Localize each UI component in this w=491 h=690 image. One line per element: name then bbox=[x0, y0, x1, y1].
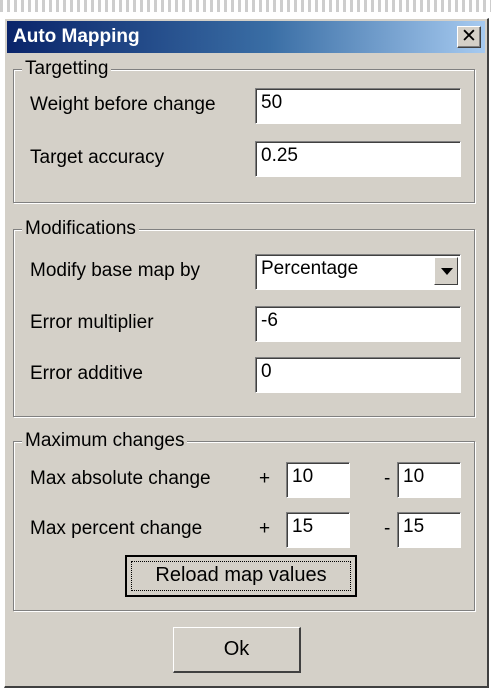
reload-map-values-button[interactable]: Reload map values bbox=[125, 555, 357, 597]
max-absolute-change-label: Max absolute change bbox=[30, 468, 211, 489]
background-dotted-line bbox=[0, 0, 491, 12]
error-multiplier-field[interactable]: -6 bbox=[255, 306, 461, 342]
ok-button[interactable]: Ok bbox=[173, 627, 301, 673]
weight-before-change-field[interactable]: 50 bbox=[255, 88, 461, 124]
targetting-group: Targetting Weight before change 50 Targe… bbox=[13, 58, 475, 203]
max-absolute-plus-sign: + bbox=[259, 468, 271, 489]
error-additive-value: 0 bbox=[261, 361, 272, 382]
ok-button-label: Ok bbox=[223, 638, 250, 660]
chevron-down-icon[interactable] bbox=[434, 257, 458, 285]
maximum-changes-group: Maximum changes Max absolute change + 10… bbox=[13, 430, 475, 611]
max-percent-plus-value: 15 bbox=[292, 516, 314, 537]
target-accuracy-label: Target accuracy bbox=[30, 147, 165, 168]
error-multiplier-label: Error multiplier bbox=[30, 312, 154, 333]
close-icon: ✕ bbox=[461, 25, 477, 47]
modifications-group-title: Modifications bbox=[22, 218, 139, 240]
modify-base-map-dropdown[interactable]: Percentage bbox=[255, 254, 461, 290]
max-percent-plus-sign: + bbox=[259, 518, 271, 539]
max-absolute-minus-value: 10 bbox=[403, 466, 425, 487]
modify-base-map-label: Modify base map by bbox=[30, 260, 201, 281]
max-absolute-plus-value: 10 bbox=[292, 466, 314, 487]
max-absolute-plus-field[interactable]: 10 bbox=[286, 462, 350, 498]
target-accuracy-value: 0.25 bbox=[261, 145, 298, 166]
targetting-group-title: Targetting bbox=[22, 58, 112, 80]
title-bar[interactable]: Auto Mapping ✕ bbox=[7, 21, 485, 53]
max-percent-minus-sign: - bbox=[384, 518, 391, 539]
maximum-changes-group-title: Maximum changes bbox=[22, 430, 188, 452]
max-absolute-minus-field[interactable]: 10 bbox=[397, 462, 461, 498]
error-additive-field[interactable]: 0 bbox=[255, 357, 461, 393]
max-percent-minus-value: 15 bbox=[403, 516, 425, 537]
weight-before-change-value: 50 bbox=[261, 92, 283, 113]
max-percent-plus-field[interactable]: 15 bbox=[286, 512, 350, 548]
auto-mapping-dialog: Auto Mapping ✕ Targetting Weight before … bbox=[4, 18, 489, 688]
weight-before-change-label: Weight before change bbox=[30, 94, 216, 115]
modify-base-map-selected: Percentage bbox=[261, 258, 359, 279]
max-absolute-minus-sign: - bbox=[384, 468, 391, 489]
error-additive-label: Error additive bbox=[30, 363, 143, 384]
close-button[interactable]: ✕ bbox=[457, 26, 481, 48]
max-percent-minus-field[interactable]: 15 bbox=[397, 512, 461, 548]
target-accuracy-field[interactable]: 0.25 bbox=[255, 141, 461, 177]
modifications-group: Modifications Modify base map by Percent… bbox=[13, 218, 475, 417]
error-multiplier-value: -6 bbox=[261, 310, 278, 331]
focus-rectangle bbox=[131, 561, 351, 591]
window-title: Auto Mapping bbox=[13, 26, 140, 47]
max-percent-change-label: Max percent change bbox=[30, 518, 203, 539]
